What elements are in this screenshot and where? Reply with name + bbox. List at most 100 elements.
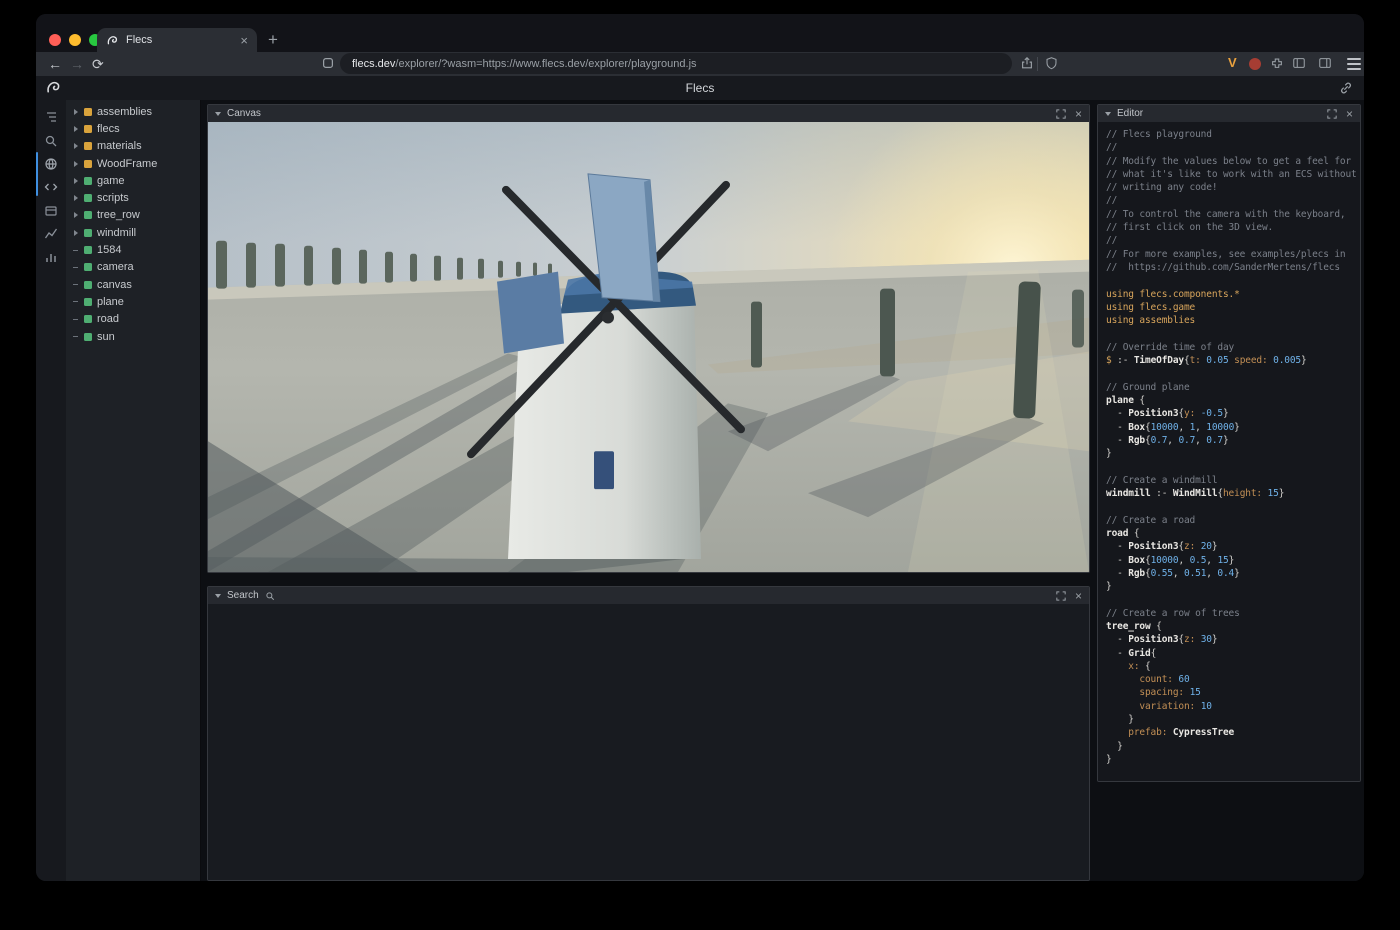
- module-square-icon: [84, 142, 92, 150]
- leaf-dash-icon: [72, 267, 79, 268]
- reload-button[interactable]: ⟳: [92, 53, 104, 75]
- shield-icon[interactable]: [1045, 56, 1058, 75]
- tab-title: Flecs: [126, 34, 233, 46]
- code-line: plane {: [1106, 394, 1360, 407]
- code-line: // Modify the values below to get a feel…: [1106, 155, 1360, 168]
- code-line: [1106, 274, 1360, 287]
- search-icon[interactable]: [43, 133, 59, 149]
- extension-red-icon[interactable]: [1249, 58, 1261, 70]
- minimize-window-button[interactable]: [69, 34, 81, 46]
- entity-square-icon: [84, 298, 92, 306]
- tree-item-canvas[interactable]: canvas: [66, 276, 200, 293]
- tree-item-label: tree_row: [97, 209, 140, 221]
- fullscreen-icon[interactable]: [1056, 109, 1066, 119]
- world-icon[interactable]: [43, 156, 59, 172]
- reading-panel-icon[interactable]: [1318, 56, 1332, 75]
- bookmarks-icon[interactable]: [321, 56, 335, 75]
- expand-arrow-icon[interactable]: [72, 212, 79, 218]
- close-panel-icon[interactable]: ×: [1075, 590, 1082, 602]
- tree-item-label: assemblies: [97, 106, 152, 118]
- code-line: - Box{10000, 1, 10000}: [1106, 421, 1360, 434]
- code-line: }: [1106, 447, 1360, 460]
- code-line: // Flecs playground: [1106, 128, 1360, 141]
- tree-item-assemblies[interactable]: assemblies: [66, 103, 200, 120]
- extension-v-icon[interactable]: V: [1228, 55, 1237, 70]
- code-line: - Rgb{0.55, 0.51, 0.4}: [1106, 567, 1360, 580]
- code-line: [1106, 367, 1360, 380]
- frame-icon[interactable]: [43, 203, 59, 219]
- expand-arrow-icon[interactable]: [72, 143, 79, 149]
- expand-arrow-icon[interactable]: [72, 126, 79, 132]
- tree-item-label: canvas: [97, 279, 132, 291]
- collapse-chevron-icon[interactable]: [215, 112, 221, 116]
- tree-item-1584[interactable]: 1584: [66, 241, 200, 258]
- tree-item-scripts[interactable]: scripts: [66, 189, 200, 206]
- left-toolbar: [36, 100, 67, 881]
- stats-icon[interactable]: [43, 249, 59, 265]
- code-editor[interactable]: // Flecs playground//// Modify the value…: [1098, 122, 1360, 781]
- forward-button[interactable]: →: [70, 53, 84, 75]
- browser-window: Flecs × + ← → ⟳ flecs.dev/explorer/?wasm…: [36, 14, 1364, 881]
- tree-item-windmill[interactable]: windmill: [66, 224, 200, 241]
- tree-item-sun[interactable]: sun: [66, 328, 200, 345]
- flecs-favicon: [106, 34, 119, 47]
- code-line: road {: [1106, 527, 1360, 540]
- extensions-puzzle-icon[interactable]: [1270, 56, 1284, 75]
- tree-item-camera[interactable]: camera: [66, 259, 200, 276]
- tree-item-label: road: [97, 313, 119, 325]
- toolbar-divider: [1037, 57, 1038, 71]
- new-tab-button[interactable]: +: [268, 30, 278, 50]
- tree-item-WoodFrame[interactable]: WoodFrame: [66, 155, 200, 172]
- share-icon[interactable]: [1020, 56, 1034, 75]
- canvas-3d-view[interactable]: [208, 122, 1089, 572]
- chart-icon[interactable]: [43, 225, 59, 241]
- module-square-icon: [84, 108, 92, 116]
- code-line: - Position3{y: -0.5}: [1106, 407, 1360, 420]
- tree-item-materials[interactable]: materials: [66, 138, 200, 155]
- leaf-dash-icon: [72, 284, 79, 285]
- canvas-panel-header: Canvas ×: [208, 105, 1089, 123]
- tree-item-plane[interactable]: plane: [66, 293, 200, 310]
- code-line: // writing any code!: [1106, 181, 1360, 194]
- code-line: - Position3{z: 20}: [1106, 540, 1360, 553]
- editor-panel-title: Editor: [1117, 108, 1143, 119]
- tree-item-flecs[interactable]: flecs: [66, 120, 200, 137]
- fullscreen-icon[interactable]: [1056, 591, 1066, 601]
- entity-square-icon: [84, 315, 92, 323]
- tree-item-label: camera: [97, 261, 134, 273]
- editor-panel-header: Editor ×: [1098, 105, 1360, 123]
- hierarchy-icon[interactable]: [43, 109, 59, 125]
- tree-item-road[interactable]: road: [66, 311, 200, 328]
- code-line: // first click on the 3D view.: [1106, 221, 1360, 234]
- menu-button[interactable]: [1347, 58, 1361, 70]
- close-panel-icon[interactable]: ×: [1075, 108, 1082, 120]
- search-results-area[interactable]: [208, 604, 1089, 880]
- collapse-chevron-icon[interactable]: [215, 594, 221, 598]
- canvas-panel: Canvas ×: [207, 104, 1090, 573]
- expand-arrow-icon[interactable]: [72, 178, 79, 184]
- back-button[interactable]: ←: [48, 53, 62, 75]
- entity-square-icon: [84, 177, 92, 185]
- leaf-dash-icon: [72, 250, 79, 251]
- tree-item-label: WoodFrame: [97, 158, 157, 170]
- share-link-icon[interactable]: [1339, 81, 1353, 100]
- expand-arrow-icon[interactable]: [72, 161, 79, 167]
- collapse-chevron-icon[interactable]: [1105, 112, 1111, 116]
- close-panel-icon[interactable]: ×: [1346, 108, 1353, 120]
- close-window-button[interactable]: [49, 34, 61, 46]
- browser-tab[interactable]: Flecs ×: [97, 28, 257, 52]
- expand-arrow-icon[interactable]: [72, 230, 79, 236]
- tab-close-icon[interactable]: ×: [240, 34, 248, 47]
- code-line: //: [1106, 234, 1360, 247]
- expand-arrow-icon[interactable]: [72, 109, 79, 115]
- tree-item-game[interactable]: game: [66, 172, 200, 189]
- code-icon[interactable]: [43, 179, 59, 195]
- sidebar-panel-icon[interactable]: [1292, 56, 1306, 75]
- code-line: //: [1106, 141, 1360, 154]
- address-bar[interactable]: flecs.dev/explorer/?wasm=https://www.fle…: [340, 53, 1012, 74]
- expand-arrow-icon[interactable]: [72, 195, 79, 201]
- code-line: // Ground plane: [1106, 381, 1360, 394]
- tree-item-label: plane: [97, 296, 124, 308]
- tree-item-tree_row[interactable]: tree_row: [66, 207, 200, 224]
- fullscreen-icon[interactable]: [1327, 109, 1337, 119]
